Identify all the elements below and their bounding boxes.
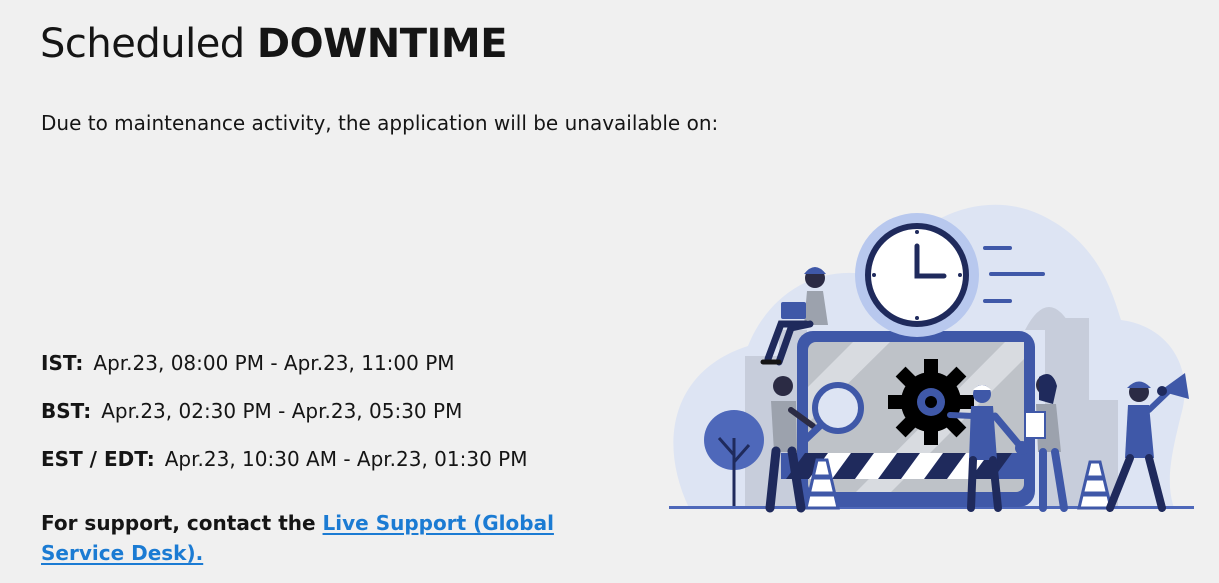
support-message: For support, contact the Live Support (G… [41, 508, 561, 568]
downtime-schedule: IST: Apr.23, 08:00 PM - Apr.23, 11:00 PM … [41, 348, 528, 492]
timezone-label: BST: [41, 399, 92, 423]
timezone-label: IST: [41, 351, 84, 375]
schedule-row-ist: IST: Apr.23, 08:00 PM - Apr.23, 11:00 PM [41, 348, 528, 396]
support-text: For support, contact the [41, 511, 316, 535]
title-emphasis: DOWNTIME [256, 21, 508, 67]
title-prefix: Scheduled [40, 21, 245, 67]
downtime-page: Scheduled DOWNTIME Due to maintenance ac… [0, 0, 1219, 583]
page-title: Scheduled DOWNTIME [40, 18, 508, 70]
downtime-window: Apr.23, 10:30 AM - Apr.23, 01:30 PM [164, 447, 528, 471]
downtime-window: Apr.23, 08:00 PM - Apr.23, 11:00 PM [93, 351, 455, 375]
downtime-window: Apr.23, 02:30 PM - Apr.23, 05:30 PM [101, 399, 463, 423]
schedule-row-bst: BST: Apr.23, 02:30 PM - Apr.23, 05:30 PM [41, 396, 528, 444]
gear-icon [888, 359, 974, 445]
maintenance-intro: Due to maintenance activity, the applica… [41, 111, 719, 135]
maintenance-illustration [669, 204, 1194, 513]
schedule-row-est-edt: EST / EDT: Apr.23, 10:30 AM - Apr.23, 01:… [41, 444, 528, 492]
timezone-label: EST / EDT: [41, 447, 155, 471]
